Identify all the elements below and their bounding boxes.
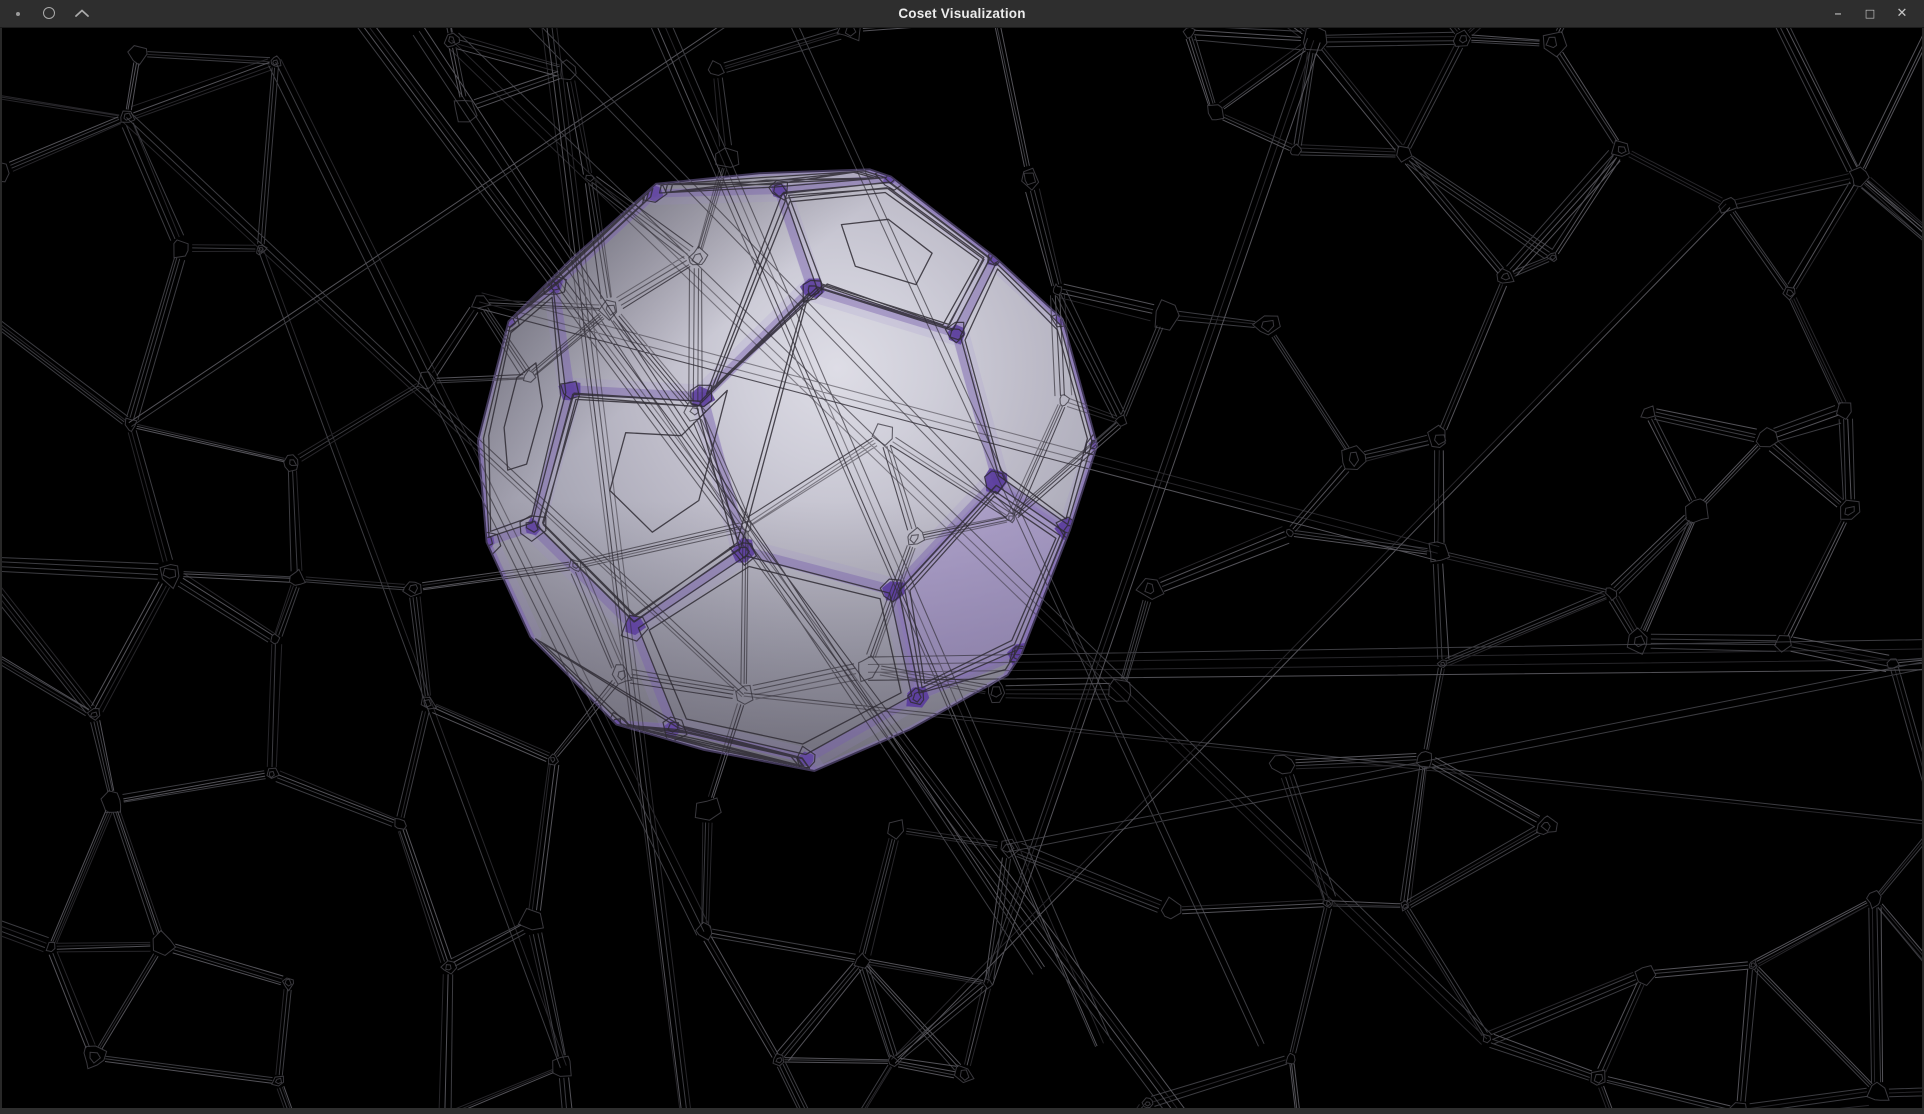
minimize-button[interactable]: – bbox=[1822, 0, 1854, 27]
menu-dot-icon bbox=[16, 12, 20, 16]
circle-icon[interactable] bbox=[43, 7, 55, 19]
window-bottom-border bbox=[0, 1108, 1924, 1114]
titlebar: Coset Visualization – □ ✕ bbox=[0, 0, 1924, 28]
window-controls: – □ ✕ bbox=[1794, 0, 1924, 27]
titlebar-left-icons bbox=[0, 0, 130, 27]
close-button[interactable]: ✕ bbox=[1886, 0, 1918, 27]
chevron-up-icon[interactable] bbox=[74, 8, 90, 18]
coset-scene-canvas bbox=[2, 28, 1922, 1108]
viewport-3d[interactable] bbox=[2, 28, 1922, 1108]
maximize-button[interactable]: □ bbox=[1854, 0, 1886, 27]
window-title: Coset Visualization bbox=[130, 0, 1794, 27]
app-window: Coset Visualization – □ ✕ bbox=[0, 0, 1924, 1114]
